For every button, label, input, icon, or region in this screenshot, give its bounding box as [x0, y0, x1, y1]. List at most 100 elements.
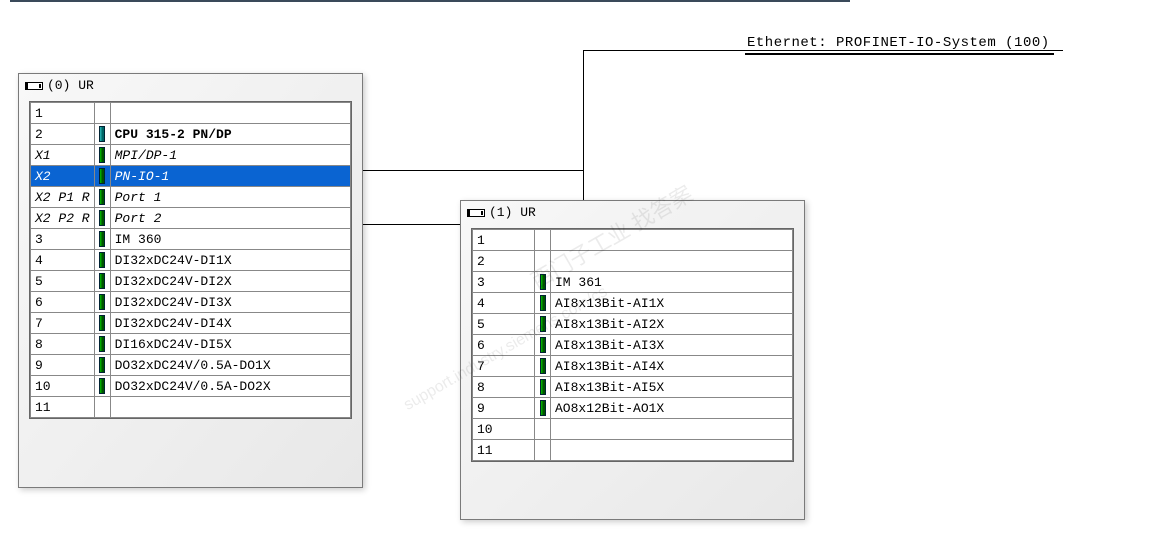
rail-icon [467, 209, 485, 217]
slot-cell[interactable]: 4 [31, 250, 95, 271]
rack-0-title-text: (0) UR [47, 78, 94, 93]
module-icon [99, 315, 105, 331]
module-icon [540, 400, 546, 416]
slot-cell[interactable]: 9 [473, 398, 535, 419]
slot-cell[interactable]: X2 [31, 166, 95, 187]
table-row[interactable]: 11 [473, 440, 793, 461]
table-row[interactable]: 10 DO32xDC24V/0.5A-DO2X [31, 376, 351, 397]
module-cell[interactable]: DI32xDC24V-DI3X [110, 292, 350, 313]
module-icon [99, 273, 105, 289]
table-row[interactable]: 2 [473, 251, 793, 272]
module-icon-cell [94, 250, 110, 271]
module-icon [99, 294, 105, 310]
slot-cell[interactable]: 8 [31, 334, 95, 355]
slot-cell[interactable]: 3 [473, 272, 535, 293]
slot-cell[interactable]: 7 [473, 356, 535, 377]
table-row[interactable]: X1 MPI/DP-1 [31, 145, 351, 166]
hw-config-canvas[interactable]: Ethernet: PROFINET-IO-System (100) (0) U… [0, 0, 1155, 553]
slot-cell[interactable]: 10 [473, 419, 535, 440]
rack-1-table[interactable]: 123IM 3614AI8x13Bit-AI1X5AI8x13Bit-AI2X6… [471, 228, 794, 462]
module-cell[interactable]: MPI/DP-1 [110, 145, 350, 166]
module-cell[interactable]: DO32xDC24V/0.5A-DO2X [110, 376, 350, 397]
module-cell[interactable] [551, 440, 793, 461]
network-label[interactable]: Ethernet: PROFINET-IO-System (100) [745, 35, 1054, 55]
table-row[interactable]: 7 DI32xDC24V-DI4X [31, 313, 351, 334]
slot-cell[interactable]: 11 [31, 397, 95, 418]
slot-cell[interactable]: 9 [31, 355, 95, 376]
module-cell[interactable]: DI32xDC24V-DI1X [110, 250, 350, 271]
module-cell[interactable]: AI8x13Bit-AI4X [551, 356, 793, 377]
module-cell[interactable]: Port 1 [110, 187, 350, 208]
slot-cell[interactable]: X2 P2 R [31, 208, 95, 229]
module-icon [540, 379, 546, 395]
module-icon [540, 295, 546, 311]
module-icon [540, 358, 546, 374]
module-icon-cell [94, 271, 110, 292]
slot-cell[interactable]: X1 [31, 145, 95, 166]
slot-cell[interactable]: 3 [31, 229, 95, 250]
module-cell[interactable]: IM 361 [551, 272, 793, 293]
slot-cell[interactable]: 1 [473, 230, 535, 251]
table-row[interactable]: 3 IM 360 [31, 229, 351, 250]
module-cell[interactable]: AI8x13Bit-AI2X [551, 314, 793, 335]
table-row[interactable]: 2 CPU 315-2 PN/DP [31, 124, 351, 145]
module-cell[interactable]: Port 2 [110, 208, 350, 229]
table-row[interactable]: 11 [31, 397, 351, 418]
module-icon-cell [535, 398, 551, 419]
table-row[interactable]: X2 PN-IO-1 [31, 166, 351, 187]
module-cell[interactable]: DI16xDC24V-DI5X [110, 334, 350, 355]
module-cell[interactable]: AI8x13Bit-AI5X [551, 377, 793, 398]
module-cell[interactable] [551, 230, 793, 251]
module-cell[interactable]: AO8x12Bit-AO1X [551, 398, 793, 419]
slot-cell[interactable]: 5 [473, 314, 535, 335]
rack-0-table[interactable]: 12CPU 315-2 PN/DPX1MPI/DP-1X2PN-IO-1X2 P… [29, 101, 352, 419]
module-cell[interactable]: AI8x13Bit-AI1X [551, 293, 793, 314]
table-row[interactable]: 1 [31, 103, 351, 124]
slot-cell[interactable]: 10 [31, 376, 95, 397]
slot-cell[interactable]: X2 P1 R [31, 187, 95, 208]
connector-line [363, 224, 468, 225]
table-row[interactable]: 4 DI32xDC24V-DI1X [31, 250, 351, 271]
table-row[interactable]: 1 [473, 230, 793, 251]
slot-cell[interactable]: 1 [31, 103, 95, 124]
table-row[interactable]: 8 DI16xDC24V-DI5X [31, 334, 351, 355]
module-cell[interactable]: PN-IO-1 [110, 166, 350, 187]
module-cell[interactable]: DO32xDC24V/0.5A-DO1X [110, 355, 350, 376]
module-cell[interactable]: IM 360 [110, 229, 350, 250]
connector-line [363, 170, 583, 171]
rack-0[interactable]: (0) UR 12 CPU 315-2 PN/DP X1 MPI/DP-1 X2 PN-I… [18, 73, 363, 488]
module-cell[interactable]: DI32xDC24V-DI4X [110, 313, 350, 334]
slot-cell[interactable]: 2 [31, 124, 95, 145]
module-cell[interactable] [110, 397, 350, 418]
module-icon-cell [535, 230, 551, 251]
rack-1[interactable]: (1) UR 123IM 3614AI8x13Bit-AI1X5AI8x13Bi… [460, 200, 805, 520]
module-cell[interactable] [110, 103, 350, 124]
table-row[interactable]: X2 P1 R Port 1 [31, 187, 351, 208]
slot-cell[interactable]: 2 [473, 251, 535, 272]
table-row[interactable]: X2 P2 R Port 2 [31, 208, 351, 229]
module-cell[interactable]: AI8x13Bit-AI3X [551, 335, 793, 356]
slot-cell[interactable]: 11 [473, 440, 535, 461]
table-row[interactable]: 5 AI8x13Bit-AI2X [473, 314, 793, 335]
slot-cell[interactable]: 4 [473, 293, 535, 314]
slot-cell[interactable]: 6 [31, 292, 95, 313]
module-icon-cell [94, 313, 110, 334]
table-row[interactable]: 3 IM 361 [473, 272, 793, 293]
module-cell[interactable] [551, 251, 793, 272]
table-row[interactable]: 9 AO8x12Bit-AO1X [473, 398, 793, 419]
table-row[interactable]: 9 DO32xDC24V/0.5A-DO1X [31, 355, 351, 376]
module-cell[interactable]: CPU 315-2 PN/DP [110, 124, 350, 145]
slot-cell[interactable]: 5 [31, 271, 95, 292]
slot-cell[interactable]: 6 [473, 335, 535, 356]
table-row[interactable]: 6 AI8x13Bit-AI3X [473, 335, 793, 356]
slot-cell[interactable]: 7 [31, 313, 95, 334]
slot-cell[interactable]: 8 [473, 377, 535, 398]
table-row[interactable]: 6 DI32xDC24V-DI3X [31, 292, 351, 313]
table-row[interactable]: 5 DI32xDC24V-DI2X [31, 271, 351, 292]
table-row[interactable]: 4 AI8x13Bit-AI1X [473, 293, 793, 314]
table-row[interactable]: 10 [473, 419, 793, 440]
module-cell[interactable]: DI32xDC24V-DI2X [110, 271, 350, 292]
table-row[interactable]: 8 AI8x13Bit-AI5X [473, 377, 793, 398]
module-cell[interactable] [551, 419, 793, 440]
table-row[interactable]: 7 AI8x13Bit-AI4X [473, 356, 793, 377]
